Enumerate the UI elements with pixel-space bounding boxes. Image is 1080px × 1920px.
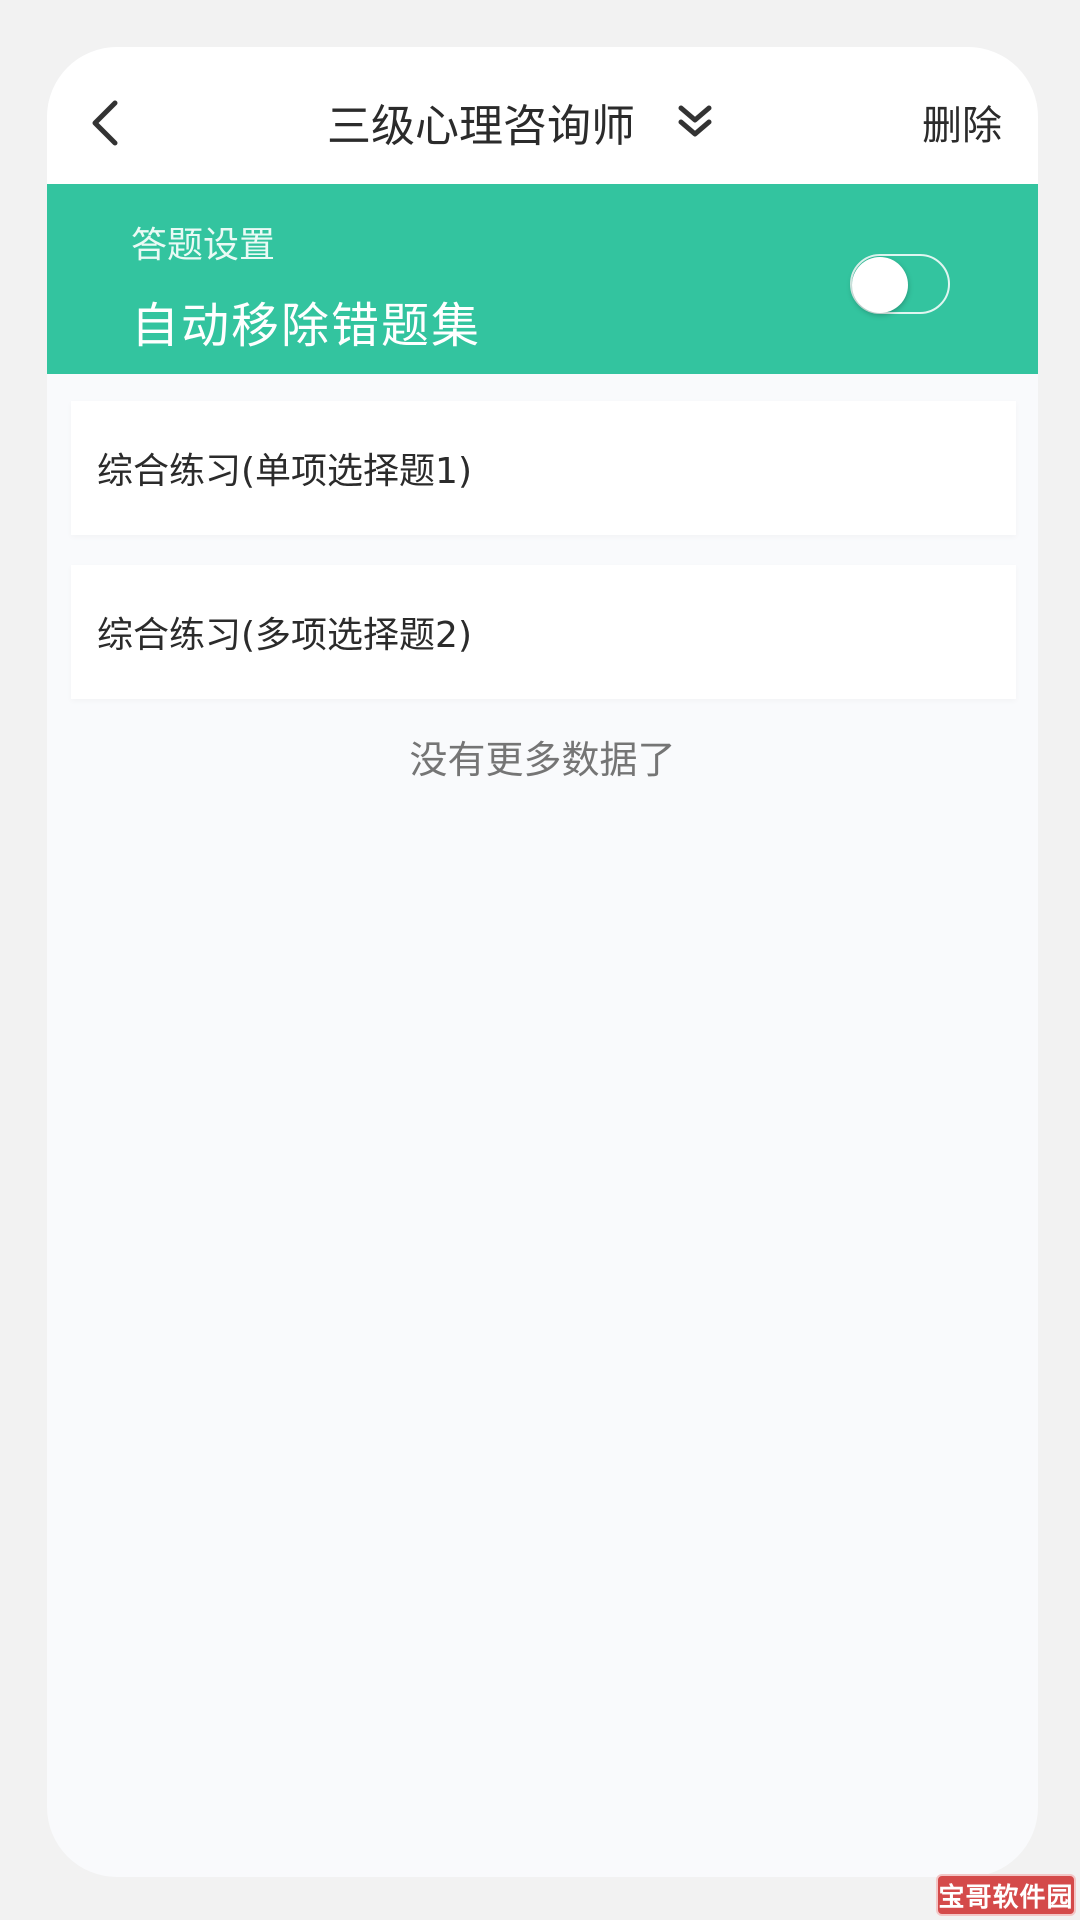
auto-remove-toggle[interactable] (850, 254, 950, 314)
phone-screen: 三级心理咨询师 删除 答题设置 自动移除错题集 综合练习(单项选择题1) 综合练… (47, 47, 1038, 1877)
top-bar: 三级心理咨询师 删除 (47, 47, 1038, 184)
no-more-data-text: 没有更多数据了 (409, 738, 676, 782)
list-item[interactable]: 综合练习(多项选择题2) (71, 565, 1016, 699)
settings-label: 答题设置 (131, 225, 276, 266)
list-item-label: 综合练习(单项选择题1) (97, 451, 472, 492)
list-item[interactable]: 综合练习(单项选择题1) (71, 401, 1016, 535)
double-chevron-down-icon[interactable] (675, 100, 715, 144)
title-selector[interactable]: 三级心理咨询师 (327, 87, 715, 157)
list-item-label: 综合练习(多项选择题2) (97, 615, 472, 656)
auto-remove-wrong-title: 自动移除错题集 (131, 298, 482, 354)
answer-settings-banner: 答题设置 自动移除错题集 (47, 184, 1038, 374)
chevron-left-icon (92, 100, 118, 146)
wrong-question-list: 综合练习(单项选择题1) 综合练习(多项选择题2) (71, 401, 1016, 729)
back-button[interactable] (83, 99, 131, 147)
delete-button[interactable]: 删除 (922, 93, 1002, 151)
toggle-knob (852, 257, 908, 313)
watermark-logo: 宝哥软件园 (936, 1874, 1076, 1916)
page-title: 三级心理咨询师 (327, 101, 635, 152)
